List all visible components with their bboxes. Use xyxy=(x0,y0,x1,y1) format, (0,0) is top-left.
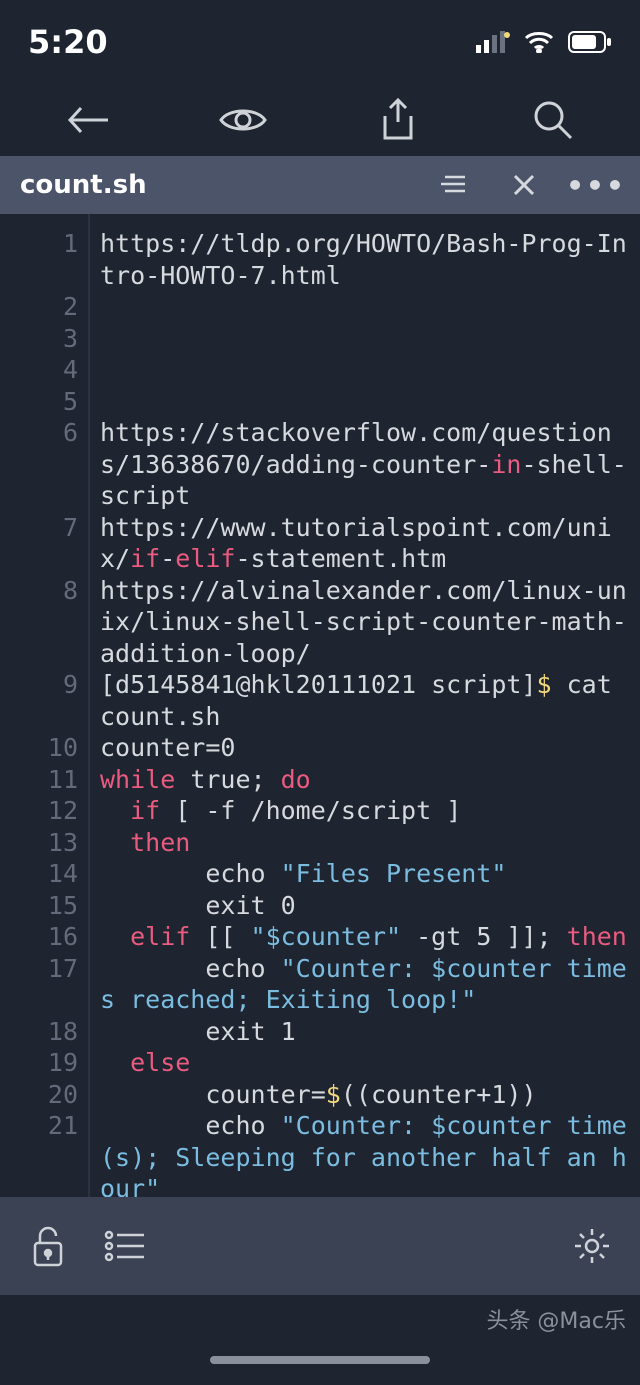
line-gutter: 1 23456 7 8 9 1011121314151617 18192021 … xyxy=(0,214,90,1197)
code-line: counter=0 xyxy=(100,732,632,764)
code-line: https://www.tutorialspoint.com/unix/if-e… xyxy=(100,512,632,575)
code-line xyxy=(100,354,632,386)
back-button[interactable] xyxy=(64,96,112,144)
status-time: 5:20 xyxy=(28,23,108,61)
status-right xyxy=(476,23,612,61)
share-button[interactable] xyxy=(374,96,422,144)
watermark: 头条 @Mac乐 xyxy=(486,1303,626,1335)
code-line: echo "Files Present" xyxy=(100,858,632,890)
code-line xyxy=(100,291,632,323)
code-area[interactable]: https://tldp.org/HOWTO/Bash-Prog-Intro-H… xyxy=(90,214,640,1197)
code-line: exit 0 xyxy=(100,890,632,922)
code-line: https://stackoverflow.com/questions/1363… xyxy=(100,417,632,512)
code-line: echo "Counter: $counter times reached; E… xyxy=(100,953,632,1016)
preview-button[interactable] xyxy=(219,96,267,144)
code-line: exit 1 xyxy=(100,1016,632,1048)
code-line: else xyxy=(100,1047,632,1079)
cellular-icon xyxy=(476,23,510,61)
wifi-icon xyxy=(524,23,554,61)
code-line: counter=$((counter+1)) xyxy=(100,1079,632,1111)
code-line xyxy=(100,323,632,355)
lock-button[interactable] xyxy=(24,1222,72,1270)
close-tab-button[interactable] xyxy=(500,161,548,209)
code-line: https://tldp.org/HOWTO/Bash-Prog-Intro-H… xyxy=(100,228,632,291)
code-line: [d5145841@hkl20111021 script]$ cat count… xyxy=(100,669,632,732)
list-button[interactable] xyxy=(100,1222,148,1270)
code-line: elif [[ "$counter" -gt 5 ]]; then xyxy=(100,921,632,953)
editor[interactable]: 1 23456 7 8 9 1011121314151617 18192021 … xyxy=(0,214,640,1197)
settings-button[interactable] xyxy=(568,1222,616,1270)
bottom-bar xyxy=(0,1197,640,1295)
home-indicator xyxy=(210,1356,430,1364)
code-line: then xyxy=(100,827,632,859)
code-line: if [ -f /home/script ] xyxy=(100,795,632,827)
code-line: https://alvinalexander.com/linux-unix/li… xyxy=(100,575,632,670)
top-nav xyxy=(0,84,640,156)
code-line: echo "Counter: $counter time(s); Sleepin… xyxy=(100,1110,632,1197)
tab-filename: count.sh xyxy=(20,170,147,200)
more-button[interactable]: ••• xyxy=(572,161,620,209)
battery-icon xyxy=(568,23,612,61)
search-button[interactable] xyxy=(529,96,577,144)
status-bar: 5:20 xyxy=(0,0,640,84)
tab-bar: count.sh ••• xyxy=(0,156,640,214)
code-line: while true; do xyxy=(100,764,632,796)
outline-button[interactable] xyxy=(428,161,476,209)
code-line xyxy=(100,386,632,418)
